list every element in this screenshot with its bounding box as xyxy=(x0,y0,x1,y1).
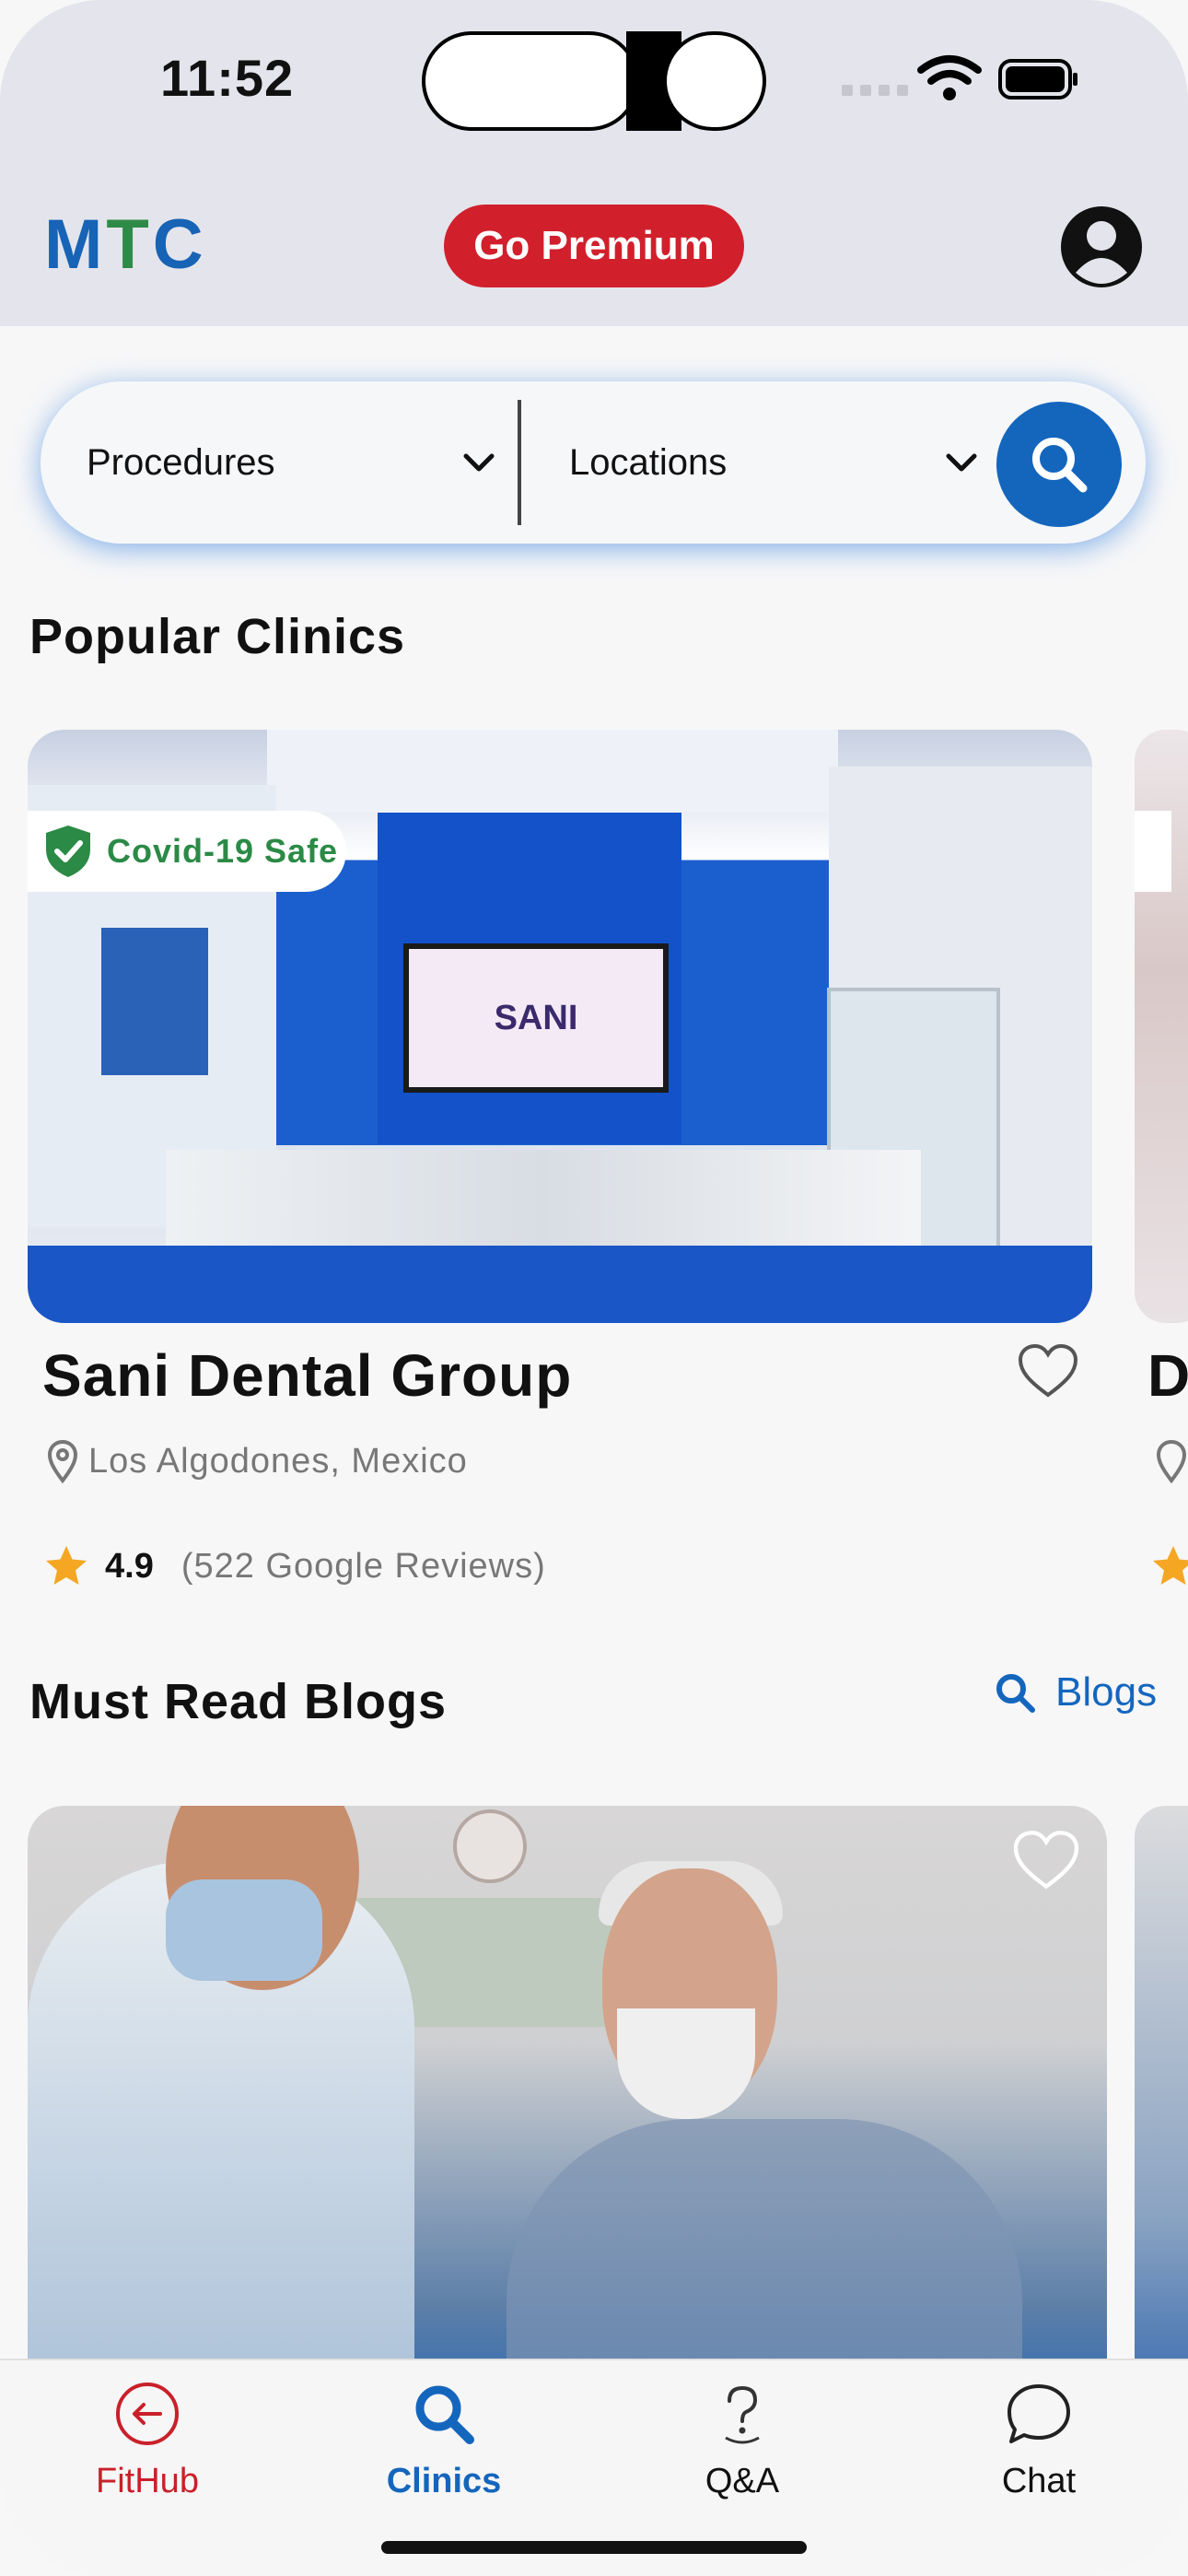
tab-qa[interactable]: Q&A xyxy=(632,2381,853,2501)
covid-safe-label: Covid-19 Safe xyxy=(107,832,339,870)
search-button[interactable] xyxy=(996,402,1122,527)
question-bubble-icon xyxy=(725,2385,760,2444)
must-read-blogs-title: Must Read Blogs xyxy=(29,1674,448,1729)
tab-fithub-label: FitHub xyxy=(96,2462,199,2500)
tab-qa-label: Q&A xyxy=(705,2462,780,2500)
status-time: 11:52 xyxy=(160,49,295,107)
wifi-icon xyxy=(917,55,982,100)
heart-outline-icon[interactable] xyxy=(1011,1830,1081,1891)
search-icon xyxy=(996,1674,1035,1713)
person-circle-icon[interactable] xyxy=(1059,205,1144,289)
logo-letter-t: T xyxy=(106,205,153,284)
search-divider xyxy=(518,400,521,525)
cellular-signal-icon xyxy=(842,85,908,96)
next-clinic-name[interactable]: D xyxy=(1147,1341,1188,1410)
heart-outline-icon[interactable] xyxy=(1017,1343,1079,1399)
star-icon xyxy=(1153,1546,1188,1585)
chevron-down-icon xyxy=(463,453,495,472)
back-arrow-circle-icon xyxy=(116,2383,179,2445)
next-clinic-badge xyxy=(1135,811,1171,892)
locations-label: Locations xyxy=(569,441,728,483)
clinic-sign-text: SANI xyxy=(494,998,578,1037)
tab-clinics-label: Clinics xyxy=(386,2462,502,2500)
tab-fithub[interactable]: FitHub xyxy=(37,2381,258,2501)
tab-chat-label: Chat xyxy=(1001,2462,1077,2500)
search-icon xyxy=(1032,438,1088,493)
blogs-link-label: Blogs xyxy=(1055,1669,1158,1715)
shield-check-icon xyxy=(46,825,90,877)
blog-card-image[interactable] xyxy=(28,1806,1107,2395)
procedures-label: Procedures xyxy=(87,441,275,483)
home-indicator[interactable] xyxy=(381,2541,807,2554)
dynamic-island xyxy=(422,31,639,131)
logo-letter-c: C xyxy=(152,205,207,284)
star-icon xyxy=(46,1546,87,1585)
clinic-sign-screen: SANI xyxy=(403,943,669,1093)
blogs-link[interactable]: Blogs xyxy=(993,1669,1157,1715)
chevron-down-icon xyxy=(946,453,977,472)
tab-chat[interactable]: Chat xyxy=(928,2381,1149,2501)
app-logo[interactable]: MTC xyxy=(44,205,207,285)
locations-dropdown[interactable]: Locations xyxy=(569,381,980,544)
location-pin-icon xyxy=(1156,1439,1187,1483)
logo-letter-m: M xyxy=(44,205,107,284)
app-screen: 11:52 MTC Go Premium Procedures Location… xyxy=(0,0,1188,2576)
clinic-location-text: Los Algodones, Mexico xyxy=(88,1441,468,1481)
search-icon xyxy=(415,2385,474,2444)
location-pin-icon xyxy=(47,1439,78,1483)
next-blog-card-image[interactable] xyxy=(1135,1806,1188,2395)
covid-safe-badge: Covid-19 Safe xyxy=(28,811,346,892)
clinic-location: Los Algodones, Mexico xyxy=(46,1439,468,1483)
go-premium-button[interactable]: Go Premium xyxy=(444,205,744,287)
clinic-rating: 4.9 (522 Google Reviews) xyxy=(44,1544,546,1588)
tab-clinics[interactable]: Clinics xyxy=(333,2381,554,2501)
search-bar: Procedures Locations xyxy=(41,381,1146,544)
procedures-dropdown[interactable]: Procedures xyxy=(87,381,497,544)
rating-value: 4.9 xyxy=(105,1546,154,1586)
review-count: (522 Google Reviews) xyxy=(181,1546,546,1586)
chat-bubble-icon xyxy=(1007,2384,1070,2443)
battery-icon xyxy=(998,59,1077,100)
dynamic-island-dot xyxy=(663,31,766,131)
clinic-name[interactable]: Sani Dental Group xyxy=(42,1341,572,1410)
popular-clinics-title: Popular Clinics xyxy=(29,609,406,664)
